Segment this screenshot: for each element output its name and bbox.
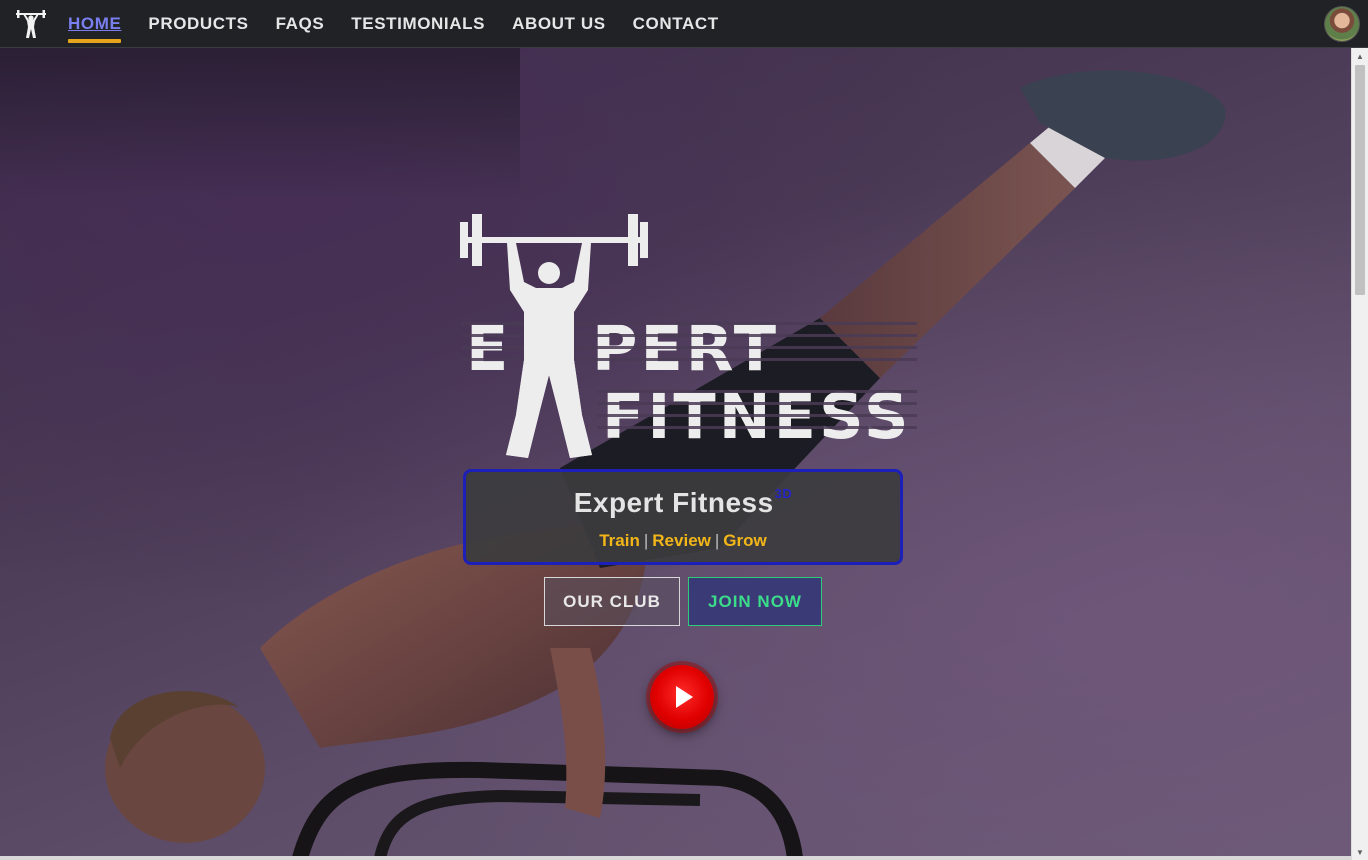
hero-title-card: Expert Fitness3D Train | Review | Grow <box>463 469 903 565</box>
nav-link-products[interactable]: PRODUCTS <box>148 14 248 34</box>
nav-link-contact[interactable]: CONTACT <box>633 14 719 34</box>
scroll-thumb[interactable] <box>1355 65 1365 295</box>
top-navbar: HOME PRODUCTS FAQS TESTIMONIALS ABOUT US… <box>0 0 1368 48</box>
nav-menu: HOME PRODUCTS FAQS TESTIMONIALS ABOUT US… <box>68 0 746 48</box>
scroll-down-arrow-icon[interactable]: ▼ <box>1352 844 1368 860</box>
user-avatar[interactable] <box>1324 6 1360 42</box>
app-window: HOME PRODUCTS FAQS TESTIMONIALS ABOUT US… <box>0 0 1368 860</box>
play-icon <box>676 686 693 708</box>
tagline-review: Review <box>652 531 711 550</box>
join-now-button[interactable]: JOIN NOW <box>688 577 822 626</box>
tagline-separator: | <box>714 531 720 550</box>
weightlifter-icon[interactable] <box>14 7 48 41</box>
nav-link-faqs[interactable]: FAQS <box>276 14 325 34</box>
play-video-button[interactable] <box>650 665 714 729</box>
hero-section: E PERT FITNESS Expert Fitness3D Train | … <box>0 48 1351 858</box>
window-bottom-edge <box>0 856 1351 860</box>
hero-title-text: Expert Fitness <box>573 487 774 518</box>
tagline-grow: Grow <box>723 531 767 550</box>
scroll-up-arrow-icon[interactable]: ▲ <box>1352 48 1368 64</box>
our-club-button[interactable]: OUR CLUB <box>544 577 680 626</box>
page-scrollbar[interactable]: ▲ ▼ <box>1351 48 1368 860</box>
tagline-separator: | <box>643 531 649 550</box>
hero-title-superscript: 3D <box>774 486 793 501</box>
expert-fitness-logo: E PERT FITNESS <box>460 214 917 458</box>
hero-tagline: Train | Review | Grow <box>466 531 900 551</box>
nav-link-testimonials[interactable]: TESTIMONIALS <box>351 14 485 34</box>
hero-title: Expert Fitness3D <box>466 486 900 519</box>
tagline-train: Train <box>599 531 640 550</box>
nav-link-home[interactable]: HOME <box>68 14 122 43</box>
nav-link-about-us[interactable]: ABOUT US <box>512 14 606 34</box>
